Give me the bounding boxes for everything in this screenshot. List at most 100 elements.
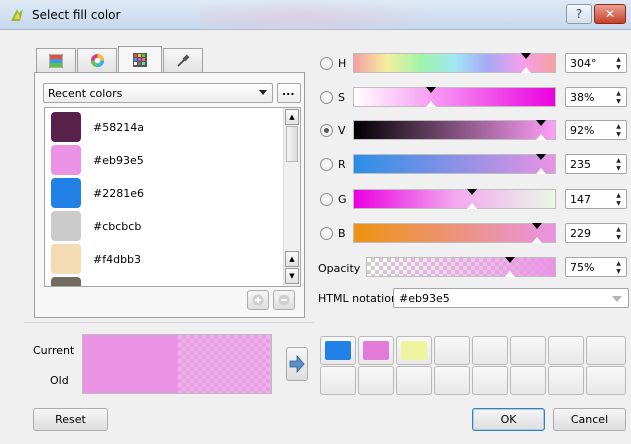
swatch-cell[interactable] [320, 366, 356, 395]
tab-swatch-grid[interactable] [118, 46, 162, 73]
slider-marker-bottom [467, 203, 477, 209]
swatch-cell[interactable] [396, 336, 432, 365]
spinbox-r[interactable]: 235 ▲ ▼ [565, 154, 627, 174]
spinbox-h[interactable]: 304° ▲ ▼ [565, 53, 627, 73]
slider-marker[interactable] [521, 53, 531, 59]
slider-r[interactable] [353, 154, 556, 174]
spinbox-value: 38% [570, 91, 595, 104]
window-title: Select fill color [32, 8, 121, 22]
swatch-cell[interactable] [586, 366, 626, 395]
palette-menu-button[interactable]: ... [277, 83, 301, 103]
slider-marker[interactable] [536, 154, 546, 160]
slider-marker[interactable] [505, 257, 515, 263]
scroll-up-icon[interactable]: ▲ [285, 109, 299, 125]
recent-colors-list: #58214a #eb93e5 #2281e6 #cbcbcb #f4dbb3 … [44, 107, 301, 287]
cancel-button[interactable]: Cancel [553, 408, 626, 431]
add-to-swatches-button[interactable] [286, 347, 308, 381]
spinbox-s[interactable]: 38% ▲ ▼ [565, 87, 627, 107]
html-notation-value: #eb93e5 [399, 292, 450, 305]
swatch-cell[interactable] [586, 336, 626, 365]
list-item[interactable]: #eb93e5 [51, 145, 281, 177]
close-button[interactable]: ✕ [594, 4, 626, 24]
list-item[interactable]: #2281e6 [51, 178, 281, 210]
radio-g[interactable] [320, 193, 333, 206]
spin-down-icon[interactable]: ▼ [612, 164, 625, 172]
chevron-down-icon[interactable] [612, 296, 622, 302]
swatch-cell[interactable] [358, 336, 394, 365]
tab-eyedropper[interactable] [163, 48, 203, 72]
swatch-cell[interactable] [434, 336, 470, 365]
list-item[interactable]: #f4dbb3 [51, 244, 281, 276]
palette-select-value: Recent colors [48, 87, 123, 100]
slider-s[interactable] [353, 87, 556, 107]
slider-b[interactable] [353, 223, 556, 243]
html-notation-input[interactable]: #eb93e5 [393, 288, 629, 308]
spin-down-icon[interactable]: ▼ [612, 63, 625, 71]
list-item[interactable]: #cbcbcb [51, 211, 281, 243]
radio-h[interactable] [320, 57, 333, 70]
color-hex-label: #2281e6 [93, 187, 144, 200]
scroll-down-icon[interactable]: ▼ [285, 268, 299, 284]
swatch-cell[interactable] [358, 366, 394, 395]
reset-button[interactable]: Reset [33, 408, 108, 431]
radio-b[interactable] [320, 227, 333, 240]
slider-opacity[interactable] [366, 257, 556, 277]
spinbox-b[interactable]: 229 ▲ ▼ [565, 223, 627, 243]
spin-down-icon[interactable]: ▼ [612, 233, 625, 241]
spinbox-value: 75% [570, 261, 595, 274]
spin-down-icon[interactable]: ▼ [612, 97, 625, 105]
tab-color-ramp[interactable] [36, 48, 76, 72]
color-hex-label: #cbcbcb [93, 220, 142, 233]
swatch-cell[interactable] [548, 336, 584, 365]
spin-down-icon[interactable]: ▼ [612, 199, 625, 207]
help-button[interactable]: ? [566, 4, 592, 24]
swatch-cell[interactable] [434, 366, 470, 395]
spin-down-icon[interactable]: ▼ [612, 267, 625, 275]
add-color-button[interactable] [247, 290, 269, 310]
spin-up-icon[interactable]: ▲ [612, 225, 625, 233]
spin-up-icon[interactable]: ▲ [612, 259, 625, 267]
list-item[interactable]: #58214a [51, 112, 281, 144]
swatch-cell[interactable] [472, 336, 508, 365]
color-preview [82, 334, 272, 394]
swatch-cell[interactable] [510, 336, 546, 365]
list-item[interactable]: #716b60 [51, 277, 281, 286]
spin-up-icon[interactable]: ▲ [612, 55, 625, 63]
spin-up-icon[interactable]: ▲ [612, 191, 625, 199]
slider-marker[interactable] [536, 120, 546, 126]
swatch-cell[interactable] [320, 336, 356, 365]
arrow-right-icon [289, 355, 305, 373]
swatch-cell[interactable] [472, 366, 508, 395]
spin-up-icon[interactable]: ▲ [612, 122, 625, 130]
ok-button[interactable]: OK [472, 408, 545, 431]
slider-marker-bottom [521, 67, 531, 73]
tab-color-wheel[interactable] [77, 48, 117, 72]
slider-h[interactable] [353, 53, 556, 73]
qgis-app-icon [11, 9, 23, 21]
radio-v[interactable] [320, 124, 333, 137]
slider-g[interactable] [353, 189, 556, 209]
scroll-thumb[interactable] [286, 126, 298, 162]
swatch-cell[interactable] [510, 366, 546, 395]
swatch-cell[interactable] [396, 366, 432, 395]
slider-marker[interactable] [532, 223, 542, 229]
slider-marker[interactable] [467, 189, 477, 195]
spin-down-icon[interactable]: ▼ [612, 130, 625, 138]
palette-select[interactable]: Recent colors [43, 83, 273, 103]
scroll-up-icon[interactable]: ▲ [285, 251, 299, 267]
color-swatch [51, 112, 81, 142]
list-scrollbar[interactable]: ▲ ▲ ▼ [283, 108, 300, 286]
spinbox-v[interactable]: 92% ▲ ▼ [565, 120, 627, 140]
radio-r[interactable] [320, 158, 333, 171]
slider-v[interactable] [353, 120, 556, 140]
swatch-cell[interactable] [548, 366, 584, 395]
spin-up-icon[interactable]: ▲ [612, 89, 625, 97]
swatch-fill [325, 341, 351, 360]
spin-up-icon[interactable]: ▲ [612, 156, 625, 164]
color-swatch [51, 277, 81, 286]
radio-s[interactable] [320, 91, 333, 104]
remove-color-button[interactable] [273, 290, 295, 310]
spinbox-g[interactable]: 147 ▲ ▼ [565, 189, 627, 209]
spinbox-opacity[interactable]: 75% ▲ ▼ [565, 257, 627, 277]
slider-marker[interactable] [426, 87, 436, 93]
